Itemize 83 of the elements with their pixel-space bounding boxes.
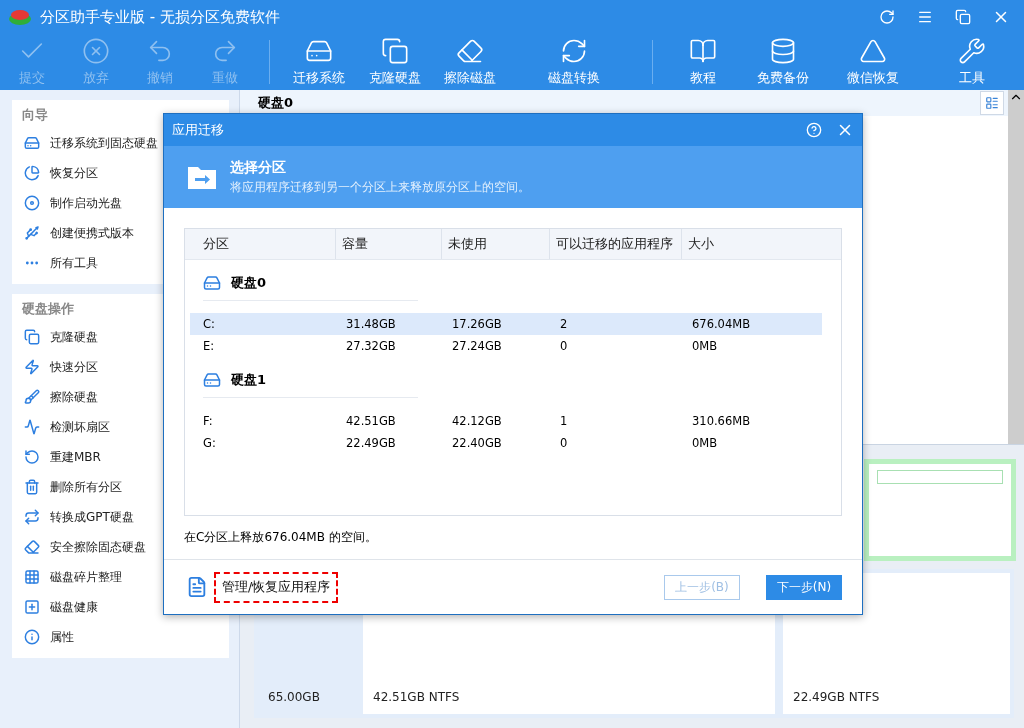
repeat-icon [24, 509, 40, 525]
table-cell-text: 22.40GB [451, 436, 503, 450]
summary-text: 在C分区上释放676.04MB 的空间。 [184, 530, 377, 544]
table-cell-text: 27.32GB [345, 339, 397, 353]
partition-size: 65.00GB [268, 690, 321, 704]
partition-size: 22.49GB NTFS [793, 690, 881, 704]
column-header: 容量 [335, 229, 441, 259]
eraser-icon [456, 37, 485, 65]
column-header: 分区 [202, 234, 230, 253]
table-cell-text: 2 [559, 317, 569, 331]
trash-icon [24, 479, 40, 495]
table-cell-text: C: [202, 317, 216, 331]
plus-icon [24, 599, 40, 615]
next-button[interactable]: 下一步(N) [766, 574, 842, 600]
manage-apps-link[interactable]: 管理/恢复应用程序 [214, 571, 339, 603]
help-icon[interactable] [806, 122, 822, 138]
brush-icon [24, 389, 40, 405]
toolbar-button[interactable]: 克隆硬盘 [357, 34, 433, 90]
banner-heading: 选择分区 [230, 158, 287, 177]
table-cell-text: 31.48GB [345, 317, 397, 331]
table-cell-text: 0MB [691, 339, 719, 353]
info-icon [24, 629, 40, 645]
table-cell-text: 0 [559, 436, 569, 450]
table-cell-text: G: [202, 436, 217, 450]
disk-name: 硬盘0 [231, 274, 267, 292]
triangle-icon [858, 37, 887, 65]
column-header: 未使用 [441, 229, 549, 259]
eraser-icon [24, 539, 40, 555]
table-cell-text: 0 [559, 339, 569, 353]
document-icon [186, 576, 208, 598]
toolbar-button[interactable]: 免费备份 [740, 34, 826, 90]
cancel-icon [82, 37, 111, 65]
sidebar-item[interactable]: 恢复分区 [12, 158, 229, 188]
sidebar-item[interactable]: 擦除硬盘 [12, 382, 229, 412]
table-cell-text: F: [202, 414, 214, 428]
toolbar-button[interactable]: 擦除磁盘 [432, 34, 509, 90]
partition-size: 42.51GB NTFS [373, 690, 461, 704]
pulse-icon [24, 419, 40, 435]
disc-icon [24, 195, 40, 211]
drive-icon [24, 135, 40, 151]
scrollbar[interactable] [1008, 90, 1024, 444]
toolbar-button[interactable]: 迁移系统 [281, 34, 358, 90]
toolbar-button[interactable]: 工具 [920, 34, 1024, 90]
table-cell-text: E: [202, 339, 216, 353]
section-title: 向导 [21, 106, 49, 124]
section-title: 硬盘操作 [21, 300, 75, 318]
banner-subheading: 将应用程序迁移到另一个分区上来释放原分区上的空间。 [230, 178, 530, 196]
grid-icon [24, 569, 40, 585]
table-cell-text: 42.51GB [345, 414, 397, 428]
table-cell-text: 1 [559, 414, 569, 428]
disk-name: 硬盘1 [231, 371, 267, 389]
dialog-title: 应用迁移 [172, 121, 225, 139]
drive-icon [203, 274, 221, 292]
pie-chart-icon [24, 165, 40, 181]
view-toggle-icon[interactable] [980, 91, 1004, 115]
disk-header: 硬盘0 [258, 94, 294, 112]
table-cell-text: 22.49GB [345, 436, 397, 450]
toolbar-button[interactable]: 微信恢复 [825, 34, 921, 90]
table-row[interactable]: G: 22.49GB 22.40GB 0 0MB [190, 432, 822, 454]
column-header: 大小 [681, 229, 821, 259]
wrench-icon [958, 37, 987, 65]
window-title: 分区助手专业版 - 无损分区免费软件 [40, 7, 281, 27]
sidebar-item[interactable]: 属性 [12, 622, 229, 652]
table-cell-text: 0MB [691, 436, 719, 450]
lightning-icon [24, 359, 40, 375]
book-icon [689, 37, 718, 65]
table-row[interactable]: C: 31.48GB 17.26GB 2 676.04MB [190, 313, 822, 335]
app-logo-icon [8, 7, 32, 27]
table-cell-text: 310.66MB [691, 414, 752, 428]
sidebar-item[interactable]: 删除所有分区 [12, 472, 229, 502]
table-cell-text: 27.24GB [451, 339, 503, 353]
table-cell-text: 42.12GB [451, 414, 503, 428]
drive-icon [203, 371, 221, 389]
usb-icon [24, 225, 40, 241]
rebuild-icon [24, 449, 40, 465]
toolbar-button[interactable]: 教程 [665, 34, 741, 90]
table-cell-text: 676.04MB [691, 317, 752, 331]
toolbar-button[interactable]: 磁盘转换 [508, 34, 641, 90]
table-row[interactable]: F: 42.51GB 42.12GB 1 310.66MB [190, 410, 822, 432]
table-cell-text: 17.26GB [451, 317, 503, 331]
sidebar-item[interactable]: 转换成GPT硬盘 [12, 502, 229, 532]
sidebar-item[interactable]: 制作启动光盘 [12, 188, 229, 218]
column-header: 可以迁移的应用程序 [549, 229, 681, 259]
